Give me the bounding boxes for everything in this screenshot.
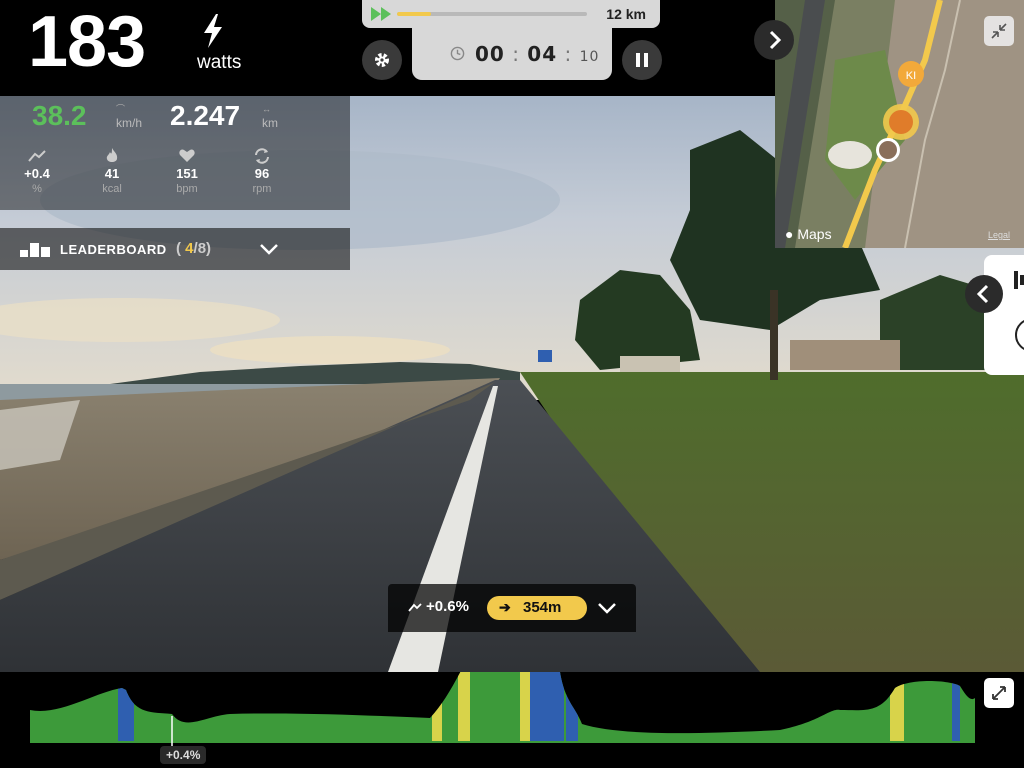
maps-legal-link[interactable]: Legal [988, 230, 1010, 240]
leaderboard-label: LEADERBOARD [60, 242, 167, 257]
side-panel[interactable] [984, 255, 1024, 375]
distance-value: 2.247 [170, 100, 241, 131]
grade-panel[interactable]: +0.6% ➔ 354m [388, 584, 636, 632]
rider-marker-initials: KI [906, 70, 916, 82]
flame-icon [106, 148, 118, 162]
next-segment-distance: 354m [523, 599, 562, 616]
metric-cadence: 96 rpm [237, 148, 287, 195]
timer-minutes: 04 [527, 42, 558, 66]
next-segment-pill: ➔ 354m [487, 596, 587, 620]
chevron-down-icon [260, 244, 278, 255]
leaderboard-toggle[interactable]: LEADERBOARD ( 4/8) [0, 228, 350, 270]
power-value: 183 [28, 2, 146, 82]
route-progress-bar: 12 km [362, 0, 660, 28]
heart-icon [179, 149, 195, 162]
speed-unit: ⌒ km/h [116, 104, 143, 130]
ride-timer: 00 : 04 : 10 [412, 28, 612, 80]
clock-icon [450, 46, 465, 61]
incline-icon [408, 603, 422, 612]
lightning-bolt-icon [204, 14, 222, 48]
apple-logo-icon: ● [785, 226, 794, 242]
cadence-icon [255, 148, 269, 164]
pause-button[interactable] [622, 40, 662, 80]
speed-value: 38.2 [32, 100, 87, 131]
distance-arrows-icon: ↔ [262, 104, 271, 114]
elevation-current-grade: +0.4% [160, 746, 207, 764]
gear-icon [375, 53, 389, 67]
fast-forward-icon [371, 7, 391, 21]
side-panel-icon [1014, 271, 1024, 350]
elevation-profile[interactable] [0, 672, 1024, 768]
leaderboard-count: ( 4/8) [176, 240, 212, 257]
side-panel-toggle-button[interactable] [965, 275, 1003, 313]
progress-fill [397, 12, 432, 16]
pause-icon [636, 53, 648, 67]
metric-heart-rate: 151 bpm [162, 148, 212, 195]
chevron-left-icon [976, 284, 989, 304]
stats-panel: 38.2 ⌒ km/h 2.247 ↔ km +0.4% 41 kcal 151 bpm… [0, 96, 350, 210]
chevron-right-icon [769, 30, 782, 50]
incline-icon [28, 150, 46, 162]
timer-hours: 00 [475, 42, 505, 66]
map-toggle-button[interactable] [754, 20, 794, 60]
timer-text: 00 : 04 : 10 [475, 42, 600, 66]
metric-incline: +0.4% [12, 148, 62, 195]
settings-button[interactable] [362, 40, 402, 80]
route-distance: 12 km [606, 6, 646, 22]
power-unit: watts [197, 52, 242, 73]
collapse-arrows-icon [991, 23, 1007, 39]
current-grade: +0.6% [426, 598, 469, 615]
elevation-expand-button[interactable] [984, 678, 1014, 708]
bar-chart-icon [20, 243, 50, 257]
maps-brand-label: ● Maps [785, 226, 832, 242]
timer-hundredths: 10 [579, 49, 600, 65]
metric-calories: 41 kcal [87, 148, 137, 195]
expand-arrows-icon [992, 686, 1006, 700]
distance-unit: ↔ km [262, 104, 278, 130]
map-collapse-button[interactable] [984, 16, 1014, 46]
chevron-down-icon [598, 603, 616, 614]
arrow-right-icon: ➔ [499, 599, 511, 615]
progress-track [397, 12, 587, 16]
speed-gauge-icon: ⌒ [116, 104, 126, 114]
